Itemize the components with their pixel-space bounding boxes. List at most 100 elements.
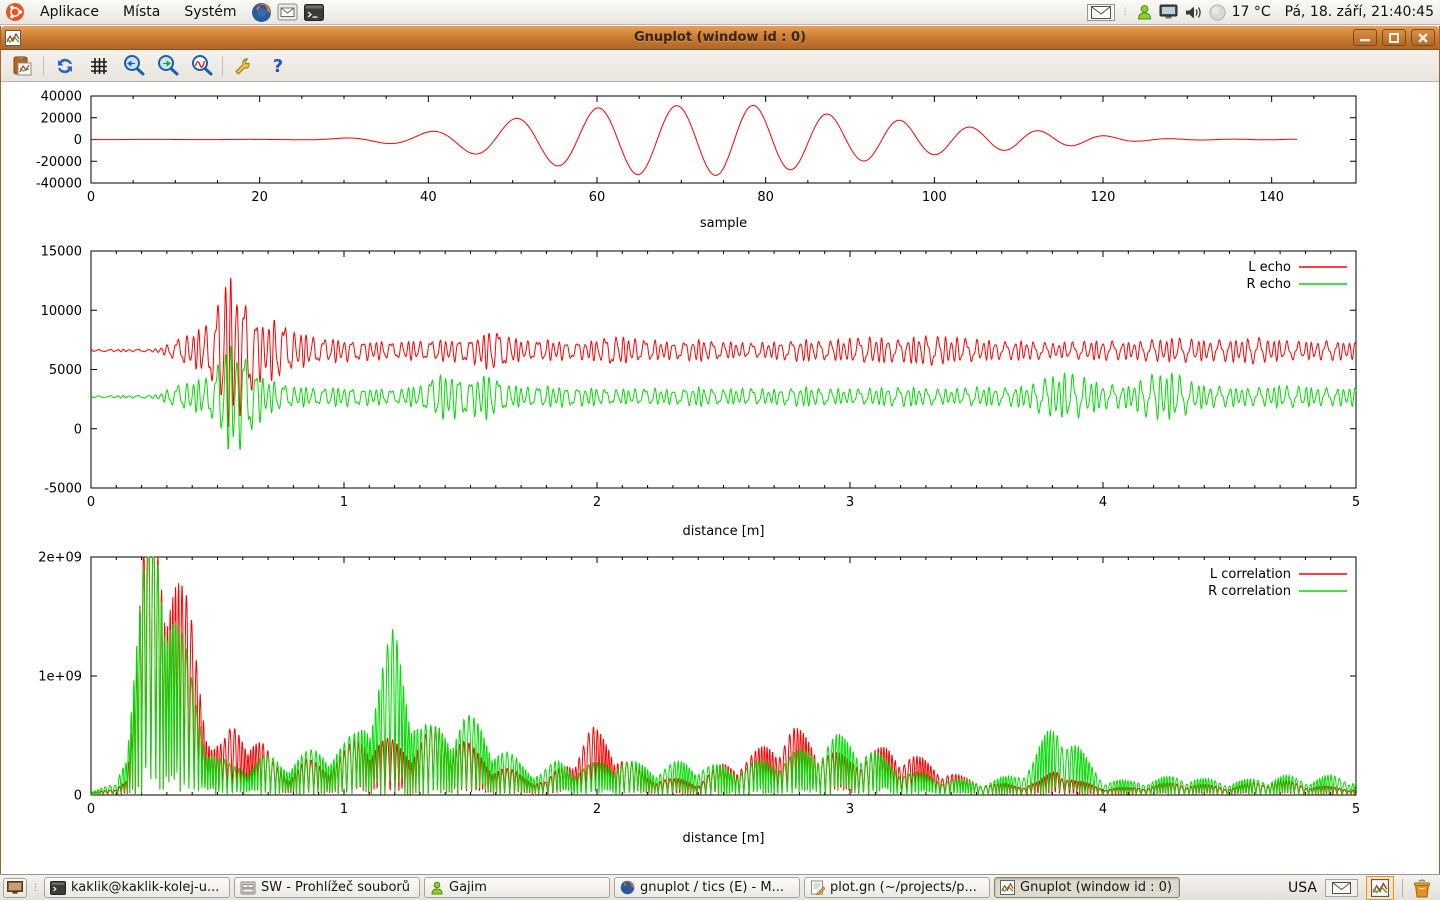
- taskbar-tray: USA: [1288, 876, 1437, 900]
- help-button[interactable]: ?: [265, 53, 291, 79]
- close-button[interactable]: [1411, 29, 1435, 46]
- y-tick-label: -5000: [44, 482, 82, 497]
- mail-launcher-icon[interactable]: [277, 1, 299, 23]
- mail-envelope-icon[interactable]: [1325, 879, 1358, 897]
- weather-icon[interactable]: [1209, 4, 1226, 21]
- clock-label[interactable]: Pá, 18. září, 21:40:45: [1285, 4, 1434, 20]
- x-tick-label: 0: [87, 802, 95, 817]
- x-tick-label: 1: [340, 802, 348, 817]
- y-tick-label: 0: [74, 789, 82, 804]
- x-tick-label: 20: [251, 190, 268, 205]
- task-label: kaklik@kaklik-kolej-u...: [71, 880, 219, 895]
- maximize-button[interactable]: [1382, 29, 1406, 46]
- series-ping-waveform: [91, 105, 1297, 175]
- temperature-label[interactable]: 17 °C: [1232, 4, 1271, 20]
- x-tick-label: 5: [1352, 802, 1360, 817]
- show-desktop-button[interactable]: [3, 878, 27, 898]
- y-tick-label: 20000: [41, 111, 82, 126]
- y-tick-label: -40000: [36, 177, 82, 192]
- panel-menus: Aplikace Místa Systém: [0, 1, 325, 23]
- terminal-icon: [50, 881, 66, 895]
- text-editor-icon: [810, 880, 825, 895]
- terminal-launcher-icon[interactable]: [303, 1, 325, 23]
- gnuplot-icon: [1000, 880, 1015, 895]
- x-tick-label: 140: [1259, 190, 1284, 205]
- x-tick-label: 3: [846, 802, 854, 817]
- task-button-firefox[interactable]: gnuplot / tics (E) - M...: [614, 877, 800, 898]
- gnome-top-panel: Aplikace Místa Systém ⋮ 17 °C Pá, 18.: [0, 0, 1440, 25]
- gajim-status-icon[interactable]: [1136, 4, 1153, 21]
- firefox-icon[interactable]: [251, 1, 273, 23]
- trash-icon[interactable]: [1411, 877, 1433, 899]
- legend-label: L echo: [1248, 260, 1291, 275]
- task-button-gnuplot[interactable]: Gnuplot (window id : 0): [994, 877, 1180, 898]
- x-tick-label: 60: [589, 190, 606, 205]
- window-title: Gnuplot (window id : 0): [1, 30, 1439, 45]
- zoom-region-button[interactable]: [188, 53, 214, 79]
- y-tick-label: 10000: [41, 304, 82, 319]
- grid-toggle-button[interactable]: [86, 53, 112, 79]
- x-tick-label: 5: [1352, 495, 1360, 510]
- chart-echo: 012345-5000050001000015000distance [m]L …: [41, 245, 1361, 540]
- tray-handle[interactable]: ⋮: [1121, 10, 1130, 14]
- menu-system[interactable]: Systém: [174, 1, 246, 23]
- y-tick-label: 1e+09: [38, 670, 82, 685]
- task-button-file-manager[interactable]: SW - Prohlížeč souborů: [234, 877, 420, 898]
- axes: [91, 251, 1356, 488]
- x-tick-label: 3: [846, 495, 854, 510]
- x-tick-label: 2: [593, 495, 601, 510]
- x-tick-label: 40: [420, 190, 437, 205]
- chart-waveform: 0 20 40 60 80 100 120 140 -40000 -20000 0 20000 4000…: [36, 90, 1356, 232]
- y-tick-label: 0: [74, 133, 82, 148]
- x-tick-label: 1: [340, 495, 348, 510]
- toolbar-separator: [222, 56, 223, 76]
- keyboard-layout-indicator[interactable]: USA: [1288, 880, 1317, 896]
- taskbar-separator: [1402, 879, 1403, 897]
- zoom-previous-button[interactable]: [120, 53, 146, 79]
- task-label: Gajim: [449, 880, 487, 895]
- task-button-gajim[interactable]: Gajim: [424, 877, 610, 898]
- mail-envelope-icon[interactable]: [1087, 4, 1115, 21]
- x-tick-label: 4: [1099, 495, 1107, 510]
- taskbar-handle: ⋮: [31, 886, 40, 890]
- legend-label: R echo: [1246, 277, 1291, 292]
- x-axis-label: distance [m]: [682, 524, 764, 539]
- y-tick-label: 40000: [41, 90, 82, 105]
- gnuplot-window: Gnuplot (window id : 0): [0, 26, 1440, 874]
- ubuntu-logo-icon[interactable]: [4, 1, 26, 23]
- x-tick-label: 80: [757, 190, 774, 205]
- x-tick-label: 4: [1099, 802, 1107, 817]
- x-tick-label: 100: [922, 190, 947, 205]
- y-tick-label: 0: [74, 422, 82, 437]
- y-tick-label: 2e+09: [38, 551, 82, 566]
- task-label: Gnuplot (window id : 0): [1020, 880, 1172, 895]
- menu-applications[interactable]: Aplikace: [30, 1, 109, 23]
- settings-wrench-button[interactable]: [231, 53, 257, 79]
- system-tray: ⋮ 17 °C Pá, 18. září, 21:40:45: [1087, 4, 1440, 21]
- x-tick-label: 120: [1091, 190, 1116, 205]
- firefox-icon: [620, 880, 635, 895]
- copy-plot-button[interactable]: [9, 53, 35, 79]
- menu-places[interactable]: Místa: [113, 1, 170, 23]
- series-l-correlation: [91, 557, 1356, 795]
- gnuplot-plots: 020406080100120140-40000-200000200004000…: [1, 82, 1439, 873]
- gajim-icon: [430, 881, 444, 895]
- x-tick-label: 0: [87, 190, 95, 205]
- display-icon[interactable]: [1159, 4, 1178, 20]
- y-tick-label: -20000: [36, 155, 82, 170]
- svg-text:?: ?: [273, 56, 283, 77]
- refresh-button[interactable]: [52, 53, 78, 79]
- zoom-next-button[interactable]: [154, 53, 180, 79]
- toolbar-separator: [43, 56, 44, 76]
- y-tick-label: 15000: [41, 245, 82, 260]
- task-button-terminal[interactable]: kaklik@kaklik-kolej-u...: [44, 877, 230, 898]
- volume-icon[interactable]: [1184, 5, 1203, 20]
- plot-area[interactable]: 020406080100120140-40000-200000200004000…: [1, 82, 1439, 873]
- axes: [91, 557, 1356, 795]
- gnuplot-window-icon[interactable]: [1366, 876, 1394, 900]
- minimize-button[interactable]: [1353, 29, 1377, 46]
- titlebar[interactable]: Gnuplot (window id : 0): [1, 26, 1439, 50]
- file-manager-icon: [240, 881, 256, 895]
- task-button-editor[interactable]: plot.gn (~/projects/p...: [804, 877, 990, 898]
- task-label: gnuplot / tics (E) - M...: [640, 880, 784, 895]
